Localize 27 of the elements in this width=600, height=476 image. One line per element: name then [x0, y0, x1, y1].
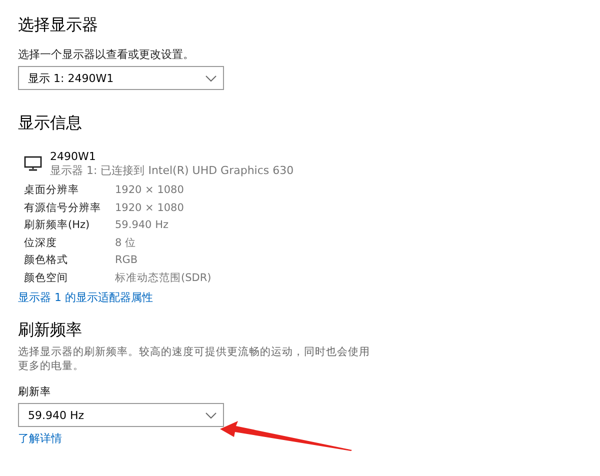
chevron-down-icon — [205, 74, 217, 82]
description-text: 选择显示器的刷新频率。较高的速度可提供更流畅的运动，同时也会使用更多的电量。 — [18, 345, 371, 373]
info-label: 桌面分辨率 — [24, 183, 80, 198]
display-dropdown[interactable]: 显示 1: 2490W1 — [18, 66, 224, 90]
monitor-name: 2490W1 — [50, 150, 97, 164]
info-label: 颜色空间 — [24, 270, 69, 286]
info-label: 刷新频率(Hz) — [24, 218, 91, 233]
section-title: 选择显示器 — [18, 14, 99, 36]
monitor-icon — [24, 156, 42, 171]
info-label: 位深度 — [24, 236, 58, 250]
info-value: 1920 × 1080 — [115, 200, 185, 216]
connection-text: 显示器 1: 已连接到 Intel(R) UHD Graphics 630 — [50, 164, 294, 178]
info-label: 颜色格式 — [24, 253, 69, 268]
learn-more-link[interactable]: 了解详情 — [18, 431, 582, 446]
section-title: 刷新频率 — [18, 319, 83, 341]
info-label: 有源信号分辨率 — [24, 200, 102, 216]
info-value: 59.940 Hz — [115, 218, 170, 233]
info-value: 标准动态范围(SDR) — [115, 270, 212, 286]
description-text: 选择一个显示器以查看或更改设置。 — [18, 47, 195, 62]
info-value: 8 位 — [115, 236, 138, 250]
field-label: 刷新率 — [18, 385, 52, 399]
info-value: RGB — [115, 253, 139, 268]
refresh-rate-dropdown[interactable]: 59.940 Hz — [18, 403, 224, 427]
adapter-properties-link[interactable]: 显示器 1 的显示适配器属性 — [18, 290, 582, 305]
chevron-down-icon — [205, 412, 217, 418]
section-title: 显示信息 — [18, 112, 83, 134]
info-value: 1920 × 1080 — [115, 183, 185, 198]
